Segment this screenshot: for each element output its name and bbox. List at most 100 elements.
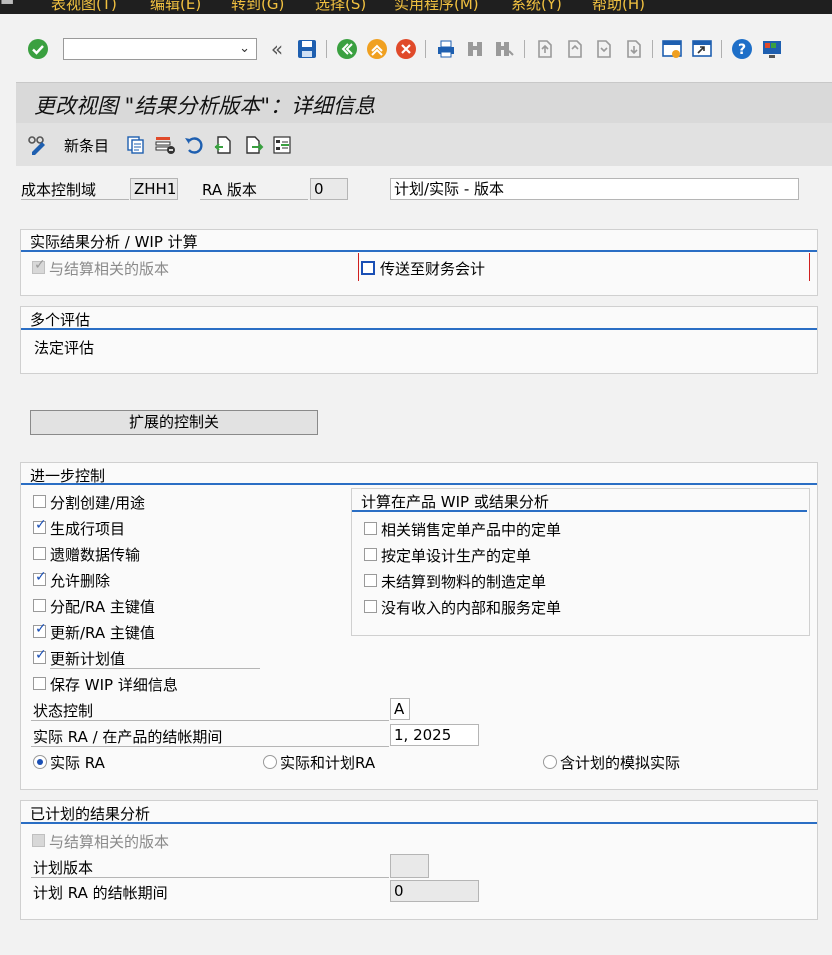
status-control-label: 状态控制 <box>33 702 94 720</box>
menu-selection[interactable]: 选择(S) <box>315 0 366 14</box>
calc-wip-subgroup: 计算在产品 WIP 或结果分析 相关销售定单产品中的定单 按定单设计生产的定单 … <box>351 488 810 636</box>
find-icon[interactable] <box>464 38 486 60</box>
separator <box>652 40 653 58</box>
group-title: 已计划的结果分析 <box>30 805 151 823</box>
closing-period-field[interactable]: 1, 2025 <box>390 724 479 746</box>
status-control-field[interactable]: A <box>390 698 410 720</box>
copy-as-icon[interactable] <box>125 134 147 156</box>
group-rule <box>21 328 817 330</box>
save-wip-details-label: 保存 WIP 详细信息 <box>50 676 178 694</box>
command-field[interactable]: ⌄ <box>63 38 257 60</box>
transfer-fi-checkbox[interactable] <box>361 261 375 275</box>
enter-check-icon[interactable] <box>27 38 49 60</box>
find-next-icon[interactable] <box>493 38 515 60</box>
actual-ra-radio[interactable] <box>33 755 47 769</box>
further-control-group: 进一步控制 分割创建/用途 ✓ 生成行项目 遗赠数据传输 ✓ 允许删除 分配/R… <box>20 462 818 790</box>
ra-version-label: RA 版本 <box>202 181 257 199</box>
sales-order-label: 相关销售定单产品中的定单 <box>381 521 562 539</box>
menu-goto[interactable]: 转到(G) <box>231 0 284 14</box>
settlement-version-checkbox: ✓ <box>32 257 46 274</box>
new-session-icon[interactable] <box>661 38 683 60</box>
planned-settlement-version-label: 与结算相关的版本 <box>49 833 170 851</box>
sales-order-checkbox[interactable] <box>364 522 377 535</box>
controlling-area-label: 成本控制域 <box>21 181 97 199</box>
divider <box>31 720 389 721</box>
group-rule <box>21 822 817 824</box>
plan-closing-field: 0 <box>390 880 479 902</box>
line-items-checkbox[interactable]: ✓ <box>33 517 47 534</box>
collapse-icon[interactable]: « <box>266 37 288 61</box>
last-page-icon[interactable] <box>622 38 644 60</box>
chevron-down-icon[interactable]: ⌄ <box>239 41 250 56</box>
next-page-icon[interactable] <box>592 38 614 60</box>
planned-ra-group: 已计划的结果分析 与结算相关的版本 计划版本 计划 RA 的结帐期间 0 <box>20 800 818 920</box>
svg-text:?: ? <box>738 42 746 58</box>
divider <box>50 668 260 669</box>
internal-orders-checkbox[interactable] <box>364 600 377 613</box>
engineer-to-order-checkbox[interactable] <box>364 548 377 561</box>
assign-ra-key-label: 分配/RA 主键值 <box>50 598 155 616</box>
previous-entry-icon[interactable] <box>212 134 234 156</box>
split-creation-checkbox[interactable] <box>33 495 46 508</box>
update-ra-key-checkbox[interactable]: ✓ <box>33 621 47 638</box>
title-bar: 更改视图 "结果分析版本"：详细信息 <box>16 82 832 123</box>
previous-page-icon[interactable] <box>563 38 585 60</box>
menu-utilities[interactable]: 实用程序(M) <box>394 0 479 14</box>
actual-plan-ra-radio-label: 实际和计划RA <box>280 754 376 772</box>
undo-change-icon[interactable] <box>183 134 205 156</box>
settlement-version-label: 与结算相关的版本 <box>49 260 170 278</box>
line-items-label: 生成行项目 <box>50 520 126 538</box>
legacy-transfer-checkbox[interactable] <box>33 547 46 560</box>
exit-icon[interactable] <box>366 38 388 60</box>
plan-version-label: 计划版本 <box>33 859 94 877</box>
extended-control-button[interactable]: 扩展的控制关 <box>30 410 318 435</box>
menu-table-view[interactable]: 表视图(T) <box>51 0 117 14</box>
separator <box>425 40 426 58</box>
customize-layout-icon[interactable] <box>761 38 783 60</box>
simulated-actual-radio-label: 含计划的模拟实际 <box>560 754 681 772</box>
menu-help[interactable]: 帮助(H) <box>592 0 645 14</box>
version-text-field[interactable]: 计划/实际 - 版本 <box>390 178 799 200</box>
display-change-icon[interactable] <box>26 134 48 156</box>
divider <box>200 199 308 200</box>
transfer-fi-label: 传送至财务会计 <box>380 260 486 278</box>
next-entry-icon[interactable] <box>243 134 265 156</box>
help-icon[interactable]: ? <box>731 38 753 60</box>
menu-bar: ▬ 表视图(T) 编辑(E) 转到(G) 选择(S) 实用程序(M) 系统(Y)… <box>0 0 832 14</box>
delete-icon[interactable] <box>154 134 176 156</box>
new-entries-button[interactable]: 新条目 <box>64 135 109 156</box>
cancel-icon[interactable] <box>395 38 417 60</box>
planned-settlement-version-checkbox <box>32 834 45 847</box>
standard-toolbar: ⌄ « ? <box>0 28 832 70</box>
actual-ra-group: 实际结果分析 / WIP 计算 ✓ 与结算相关的版本 传送至财务会计 <box>20 229 818 296</box>
mfg-orders-checkbox[interactable] <box>364 574 377 587</box>
plan-closing-label: 计划 RA 的结帐期间 <box>33 884 168 902</box>
select-block-icon[interactable] <box>271 134 293 156</box>
divider <box>31 877 389 878</box>
shortcut-icon[interactable] <box>691 38 713 60</box>
simulated-actual-radio[interactable] <box>543 755 557 769</box>
assign-ra-key-checkbox[interactable] <box>33 599 46 612</box>
update-ra-key-label: 更新/RA 主键值 <box>50 624 155 642</box>
actual-plan-ra-radio[interactable] <box>263 755 277 769</box>
group-title: 实际结果分析 / WIP 计算 <box>30 233 198 251</box>
application-toolbar: 新条目 <box>16 123 832 166</box>
group-rule <box>21 250 817 252</box>
group-rule <box>21 483 817 485</box>
back-icon[interactable] <box>336 38 358 60</box>
first-page-icon[interactable] <box>533 38 555 60</box>
save-wip-details-checkbox[interactable] <box>33 677 46 690</box>
allow-delete-checkbox[interactable]: ✓ <box>33 569 47 586</box>
plan-version-field <box>390 854 429 878</box>
update-plan-values-checkbox[interactable]: ✓ <box>33 647 47 664</box>
print-icon[interactable] <box>435 38 457 60</box>
separator <box>524 40 525 58</box>
split-creation-label: 分割创建/用途 <box>50 494 146 512</box>
mfg-orders-label: 未结算到物料的制造定单 <box>381 573 547 591</box>
menu-system[interactable]: 系统(Y) <box>511 0 562 14</box>
menu-system-icon[interactable]: ▬ <box>0 0 14 9</box>
divider <box>31 746 389 747</box>
save-icon[interactable] <box>296 38 318 60</box>
menu-edit[interactable]: 编辑(E) <box>150 0 201 14</box>
ra-version-field: 0 <box>310 178 348 200</box>
